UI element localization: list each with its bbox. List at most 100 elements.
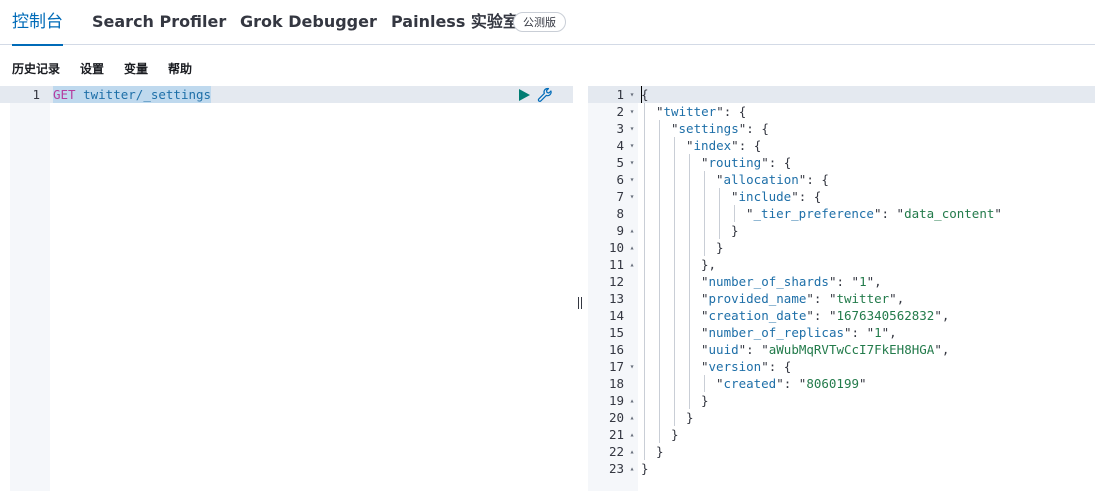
line-number: 3 [616, 121, 624, 136]
json-key: include [738, 189, 792, 204]
json-value: aWubMqRVTwCcI7FkEH8HGA [768, 342, 935, 357]
json-value: data_content [904, 206, 995, 221]
line-number: 21 [608, 427, 624, 442]
json-comma: , [941, 308, 950, 323]
response-line: } [671, 426, 679, 443]
indent-guide [704, 375, 705, 392]
line-number: 11 [608, 257, 624, 272]
fold-open-icon[interactable]: ▾ [628, 120, 636, 137]
line-number: 1 [616, 87, 624, 102]
line-number: 12 [608, 274, 624, 289]
wrench-icon[interactable] [537, 87, 553, 103]
json-key: routing [708, 155, 762, 170]
json-key: number_of_replicas [708, 325, 844, 340]
line-number: 8 [616, 206, 624, 221]
menu-history[interactable]: 历史记录 [12, 57, 60, 81]
pane-resizer[interactable] [577, 297, 583, 309]
request-line[interactable]: GET twitter/_settings [53, 86, 212, 103]
line-number: 4 [616, 138, 624, 153]
json-value: twitter [836, 291, 890, 306]
response-line: "provided_name": "twitter", [701, 291, 905, 306]
json-punct: : { [746, 121, 769, 136]
json-value: 1676340562832 [836, 308, 935, 323]
fold-close-icon[interactable]: ▴ [628, 222, 636, 239]
response-line: "index": { [686, 138, 762, 153]
json-punct: : { [768, 155, 792, 170]
menu-help[interactable]: 帮助 [168, 57, 192, 81]
fold-open-icon[interactable]: ▾ [628, 137, 636, 154]
indent-guide [659, 120, 660, 443]
json-key: uuid [708, 342, 739, 357]
tab-painless-lab[interactable]: Painless 实验室 [391, 0, 519, 45]
line-number: 10 [608, 240, 624, 255]
play-icon[interactable] [519, 89, 530, 101]
json-comma: , [896, 291, 905, 306]
line-number: 7 [616, 189, 624, 204]
tab-search-profiler[interactable]: Search Profiler [92, 0, 226, 45]
fold-close-icon[interactable]: ▴ [628, 239, 636, 256]
text-cursor [641, 86, 642, 103]
response-line: "routing": { [701, 155, 792, 170]
response-line: "created": "8060199" [716, 376, 867, 391]
json-punct: } [731, 223, 739, 238]
menu-settings[interactable]: 设置 [80, 57, 104, 81]
json-punct: } [641, 461, 649, 476]
json-key: index [693, 138, 732, 153]
response-line: "uuid": "aWubMqRVTwCcI7FkEH8HGA", [701, 342, 950, 357]
indent-guide [689, 154, 690, 409]
line-number: 23 [608, 461, 624, 476]
fold-close-icon[interactable]: ▴ [628, 426, 636, 443]
json-value: 8060199 [806, 376, 860, 391]
fold-open-icon[interactable]: ▾ [628, 103, 636, 120]
response-line: } [656, 443, 664, 460]
response-line: "allocation": { [716, 172, 829, 187]
indent-guide [644, 103, 645, 460]
fold-open-icon[interactable]: ▾ [628, 358, 636, 375]
json-punct: } [671, 427, 679, 442]
line-number: 5 [616, 155, 624, 170]
fold-open-icon[interactable]: ▾ [628, 86, 636, 103]
json-punct: : { [806, 172, 829, 187]
fold-open-icon[interactable]: ▾ [628, 154, 636, 171]
json-key: created [723, 376, 777, 391]
line-number: 2 [616, 104, 624, 119]
response-line: } [641, 460, 649, 477]
line-number: 14 [608, 308, 624, 323]
fold-close-icon[interactable]: ▴ [628, 443, 636, 460]
fold-close-icon[interactable]: ▴ [628, 256, 636, 273]
fold-close-icon[interactable]: ▴ [628, 409, 636, 426]
json-key: version [708, 359, 762, 374]
request-editor[interactable]: 1 GET twitter/_settings [0, 86, 573, 491]
fold-close-icon[interactable]: ▴ [628, 460, 636, 477]
response-line: "creation_date": "1676340562832", [701, 308, 950, 323]
json-key: number_of_shards [708, 274, 829, 289]
fold-open-icon[interactable]: ▾ [628, 188, 636, 205]
tab-console[interactable]: 控制台 [12, 0, 63, 46]
json-value: 1 [859, 274, 867, 289]
indent-guide [719, 188, 720, 239]
json-punct: { [641, 87, 649, 102]
line-number: 16 [608, 342, 624, 357]
menu-variables[interactable]: 变量 [124, 57, 148, 81]
request-path: twitter/_settings [83, 87, 212, 102]
indent-guide [734, 205, 735, 222]
line-number: 9 [616, 223, 624, 238]
json-value: 1 [874, 325, 882, 340]
fold-close-icon[interactable]: ▴ [628, 392, 636, 409]
json-comma: , [874, 274, 882, 289]
response-line: }, [701, 256, 716, 273]
request-method: GET [53, 87, 76, 102]
json-punct: : { [738, 138, 762, 153]
json-punct: : { [768, 359, 792, 374]
response-line: "_tier_preference": "data_content" [746, 206, 1002, 221]
fold-open-icon[interactable]: ▾ [628, 171, 636, 188]
response-line: "twitter": { [656, 104, 747, 119]
response-line: "version": { [701, 359, 792, 374]
response-viewer[interactable]: 1 ▾ {2 ▾ "twitter": {3 ▾ "settings": {4 ▾ "index… [588, 86, 1095, 491]
line-number: 18 [608, 376, 624, 391]
line-number: 15 [608, 325, 624, 340]
json-comma: , [889, 325, 897, 340]
tab-grok-debugger[interactable]: Grok Debugger [240, 0, 377, 45]
json-punct: } [686, 410, 694, 425]
response-line: { [641, 86, 649, 103]
